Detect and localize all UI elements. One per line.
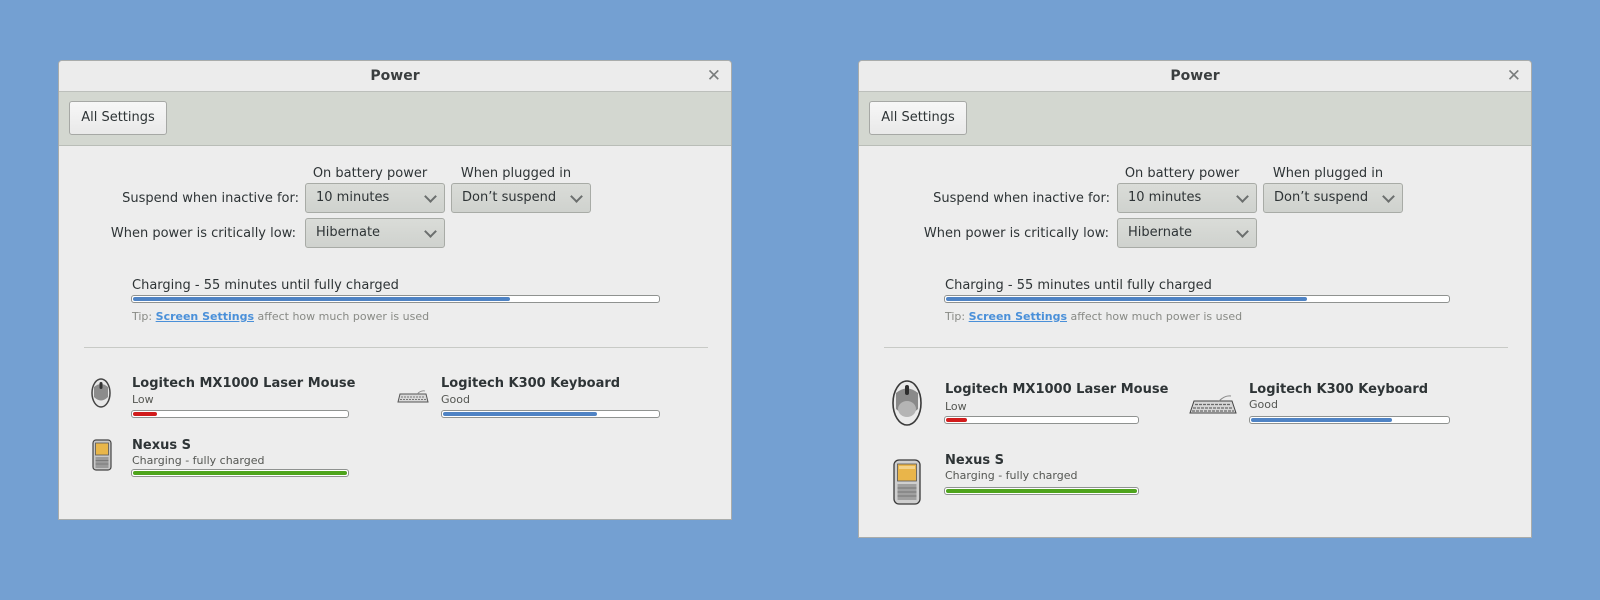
battery-level-fill <box>946 297 1307 301</box>
battery-level-fill <box>133 297 511 301</box>
power-window-small-icons: Power ✕ All Settings On battery power Wh… <box>58 60 732 520</box>
phone-icon <box>893 459 921 505</box>
chevron-down-icon <box>424 190 437 203</box>
tip-text: Tip: Screen Settings affect how much pow… <box>945 310 1242 323</box>
battery-status: Charging - 55 minutes until fully charge… <box>945 278 1212 293</box>
device-level-bar-phone <box>131 469 349 477</box>
device-name-phone: Nexus S <box>132 438 191 453</box>
all-settings-button[interactable]: All Settings <box>69 101 167 135</box>
critical-value: Hibernate <box>316 225 381 240</box>
chevron-down-icon <box>424 225 437 238</box>
close-icon[interactable]: ✕ <box>1507 65 1521 87</box>
battery-level-bar <box>944 295 1450 303</box>
battery-status: Charging - 55 minutes until fully charge… <box>132 278 399 293</box>
suspend-battery-select[interactable]: 10 minutes <box>305 183 445 213</box>
device-name-mouse: Logitech MX1000 Laser Mouse <box>945 382 1169 397</box>
device-level-fill-mouse <box>133 412 157 416</box>
suspend-label: Suspend when inactive for: <box>122 191 299 206</box>
screen-settings-link[interactable]: Screen Settings <box>156 310 254 323</box>
suspend-plugged-value: Don’t suspend <box>1274 190 1369 205</box>
column-header-plugged: When plugged in <box>460 166 572 181</box>
critical-label: When power is critically low: <box>110 226 296 241</box>
mouse-icon <box>892 380 922 426</box>
device-name-keyboard: Logitech K300 Keyboard <box>1249 382 1429 397</box>
keyboard-icon <box>397 390 429 403</box>
chevron-down-icon <box>1236 225 1249 238</box>
window-title: Power <box>370 68 420 84</box>
suspend-label: Suspend when inactive for: <box>933 191 1110 206</box>
toolbar: All Settings <box>59 92 731 146</box>
close-icon[interactable]: ✕ <box>707 65 721 87</box>
power-window-large-icons: Power ✕ All Settings On battery power Wh… <box>858 60 1532 538</box>
device-level-fill-phone <box>946 489 1137 493</box>
device-level-bar-mouse <box>131 410 349 418</box>
device-status-keyboard: Good <box>441 393 470 406</box>
separator <box>84 347 708 348</box>
chevron-down-icon <box>1236 190 1249 203</box>
device-name-phone: Nexus S <box>945 453 1004 468</box>
device-status-phone: Charging - fully charged <box>132 454 265 467</box>
device-name-mouse: Logitech MX1000 Laser Mouse <box>132 376 356 391</box>
window-title: Power <box>1170 68 1220 84</box>
all-settings-button[interactable]: All Settings <box>869 101 967 135</box>
device-name-keyboard: Logitech K300 Keyboard <box>441 376 621 391</box>
device-level-bar-mouse <box>944 416 1139 424</box>
column-header-battery: On battery power <box>312 166 428 181</box>
device-level-bar-phone <box>944 487 1139 495</box>
device-level-fill-phone <box>133 471 347 475</box>
device-status-phone: Charging - fully charged <box>945 469 1078 482</box>
tip-text: Tip: Screen Settings affect how much pow… <box>132 310 429 323</box>
critical-label: When power is critically low: <box>923 226 1109 241</box>
device-status-mouse: Low <box>132 393 154 406</box>
suspend-plugged-value: Don’t suspend <box>462 190 557 205</box>
column-header-plugged: When plugged in <box>1272 166 1384 181</box>
critical-select[interactable]: Hibernate <box>305 218 445 248</box>
suspend-battery-value: 10 minutes <box>316 190 390 205</box>
titlebar: Power ✕ <box>859 61 1531 92</box>
toolbar: All Settings <box>859 92 1531 146</box>
screen-settings-link[interactable]: Screen Settings <box>969 310 1067 323</box>
phone-icon <box>92 439 112 471</box>
chevron-down-icon <box>1382 190 1395 203</box>
mouse-icon <box>91 378 111 408</box>
device-level-bar-keyboard <box>1249 416 1450 424</box>
titlebar: Power ✕ <box>59 61 731 92</box>
tip-suffix: affect how much power is used <box>1070 310 1243 323</box>
tip-prefix: Tip: <box>132 310 153 323</box>
tip-suffix: affect how much power is used <box>257 310 430 323</box>
device-level-fill-keyboard <box>443 412 598 416</box>
device-level-bar-keyboard <box>441 410 660 418</box>
suspend-battery-select[interactable]: 10 minutes <box>1117 183 1257 213</box>
tip-prefix: Tip: <box>945 310 966 323</box>
device-status-mouse: Low <box>945 400 967 413</box>
chevron-down-icon <box>570 190 583 203</box>
separator <box>884 347 1508 348</box>
suspend-plugged-select[interactable]: Don’t suspend <box>1263 183 1403 213</box>
suspend-battery-value: 10 minutes <box>1128 190 1202 205</box>
device-level-fill-mouse <box>946 418 968 422</box>
column-header-battery: On battery power <box>1124 166 1240 181</box>
suspend-plugged-select[interactable]: Don’t suspend <box>451 183 591 213</box>
device-status-keyboard: Good <box>1249 398 1278 411</box>
device-level-fill-keyboard <box>1251 418 1393 422</box>
keyboard-icon <box>1189 395 1237 414</box>
critical-value: Hibernate <box>1128 225 1193 240</box>
critical-select[interactable]: Hibernate <box>1117 218 1257 248</box>
battery-level-bar <box>131 295 660 303</box>
